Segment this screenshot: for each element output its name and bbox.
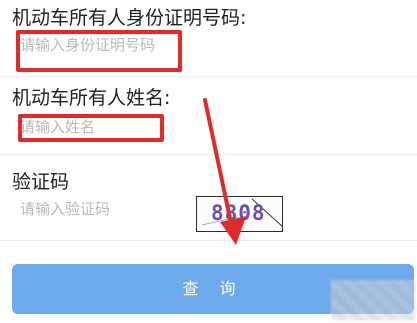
id-number-label: 机动车所有人身份证明号码: (12, 7, 247, 29)
vehicle-owner-query-form: 机动车所有人身份证明号码: 请输入身份证明号码 机动车所有人姓名: 请输入姓名 … (0, 0, 417, 323)
owner-name-highlight (18, 114, 164, 142)
divider (0, 76, 417, 77)
captcha-input[interactable]: 请输入验证码 (20, 196, 170, 222)
captcha-label: 验证码 (12, 171, 70, 193)
divider (0, 154, 417, 155)
captcha-image[interactable]: 8808 (196, 196, 283, 232)
divider (0, 240, 417, 241)
captcha-code: 8808 (211, 201, 266, 225)
owner-name-label: 机动车所有人姓名: (12, 87, 171, 109)
blurred-watermark (331, 280, 415, 320)
id-number-highlight (16, 30, 182, 72)
